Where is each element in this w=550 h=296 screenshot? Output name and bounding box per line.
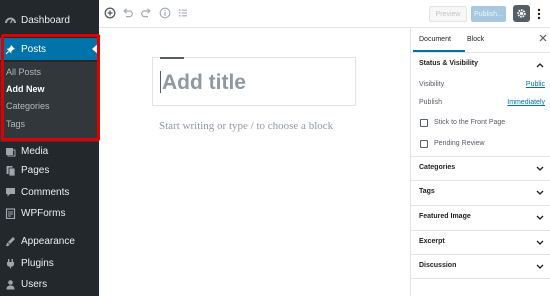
publish-label: Publish [419, 99, 442, 106]
post-title-field[interactable]: Add title [152, 57, 356, 106]
sidebar-item-users[interactable]: Users [0, 273, 99, 295]
featured-image-section[interactable]: Featured Image [419, 213, 471, 220]
plugins-icon [5, 258, 16, 269]
sidebar-item-label: Plugins [21, 257, 54, 269]
sidebar-item-label: Users [21, 278, 48, 290]
sidebar-item-dashboard[interactable]: Dashboard [0, 9, 99, 31]
publish-button[interactable]: Publish... [471, 6, 506, 22]
settings-tabs: Document Block [411, 28, 550, 53]
settings-sidebar: Document Block Status & Visibility Visib… [410, 28, 550, 296]
sidebar-item-label: Media [21, 145, 49, 157]
visibility-label: Visibility [419, 81, 445, 88]
more-vertical-icon [537, 8, 541, 20]
settings-button[interactable] [513, 5, 530, 22]
publish-date-link[interactable]: Immediately [507, 99, 545, 106]
tab-block[interactable]: Block [467, 36, 484, 43]
comments-icon [5, 187, 16, 198]
sidebar-item-plugins[interactable]: Plugins [0, 252, 99, 274]
more-options-button[interactable] [533, 5, 545, 22]
section-divider [411, 180, 550, 181]
appearance-icon [5, 236, 16, 247]
add-block-icon[interactable] [103, 6, 117, 20]
visibility-value-link[interactable]: Public [526, 81, 545, 88]
media-icon [5, 146, 16, 157]
block-appender[interactable]: Start writing or type / to choose a bloc… [159, 120, 333, 132]
sidebar-item-comments[interactable]: Comments [0, 181, 99, 203]
chevron-down-icon[interactable] [535, 165, 545, 173]
active-tab-indicator [413, 50, 465, 52]
chevron-down-icon[interactable] [535, 189, 545, 197]
section-divider [411, 230, 550, 231]
gear-icon [516, 8, 527, 19]
sidebar-item-wpforms[interactable]: WPForms [0, 202, 99, 224]
sidebar-item-pages[interactable]: Pages [0, 159, 99, 181]
close-icon[interactable] [539, 34, 547, 42]
section-divider [411, 205, 550, 206]
title-block-indicator [160, 57, 184, 59]
pending-review-label: Pending Review [434, 140, 485, 147]
sidebar-item-label: WPForms [21, 207, 66, 219]
tags-section[interactable]: Tags [419, 188, 435, 195]
preview-button[interactable]: Preview [429, 6, 467, 22]
chevron-up-icon[interactable] [535, 61, 545, 69]
sticky-checkbox[interactable] [420, 119, 428, 127]
section-divider [411, 278, 550, 279]
editor-toolbar: Preview Publish... [99, 0, 550, 28]
excerpt-section[interactable]: Excerpt [419, 238, 445, 245]
pages-icon [5, 165, 16, 176]
status-visibility-heading[interactable]: Status & Visibility [419, 60, 478, 67]
discussion-section[interactable]: Discussion [419, 262, 456, 269]
redo-icon[interactable] [139, 6, 153, 20]
chevron-down-icon[interactable] [535, 239, 545, 247]
chevron-down-icon[interactable] [535, 263, 545, 271]
dashboard-icon [5, 15, 16, 26]
categories-section[interactable]: Categories [419, 164, 455, 171]
section-divider [411, 156, 550, 157]
wpforms-icon [5, 207, 16, 219]
sidebar-item-appearance[interactable]: Appearance [0, 230, 99, 252]
list-view-icon[interactable] [176, 6, 190, 20]
pending-review-checkbox[interactable] [420, 140, 428, 148]
title-placeholder: Add title [162, 71, 246, 94]
tab-document[interactable]: Document [419, 36, 451, 43]
sidebar-item-label: Pages [21, 164, 50, 176]
posts-menu-highlight [1, 34, 100, 141]
sticky-label: Stick to the Front Page [434, 119, 506, 126]
text-caret [160, 71, 161, 93]
sidebar-item-label: Appearance [21, 235, 75, 247]
sidebar-item-label: Comments [21, 186, 70, 198]
sidebar-item-label: Dashboard [21, 14, 70, 26]
users-icon [5, 279, 16, 290]
undo-icon[interactable] [121, 6, 135, 20]
section-divider [411, 254, 550, 255]
chevron-down-icon[interactable] [535, 214, 545, 222]
info-icon[interactable] [158, 6, 172, 20]
